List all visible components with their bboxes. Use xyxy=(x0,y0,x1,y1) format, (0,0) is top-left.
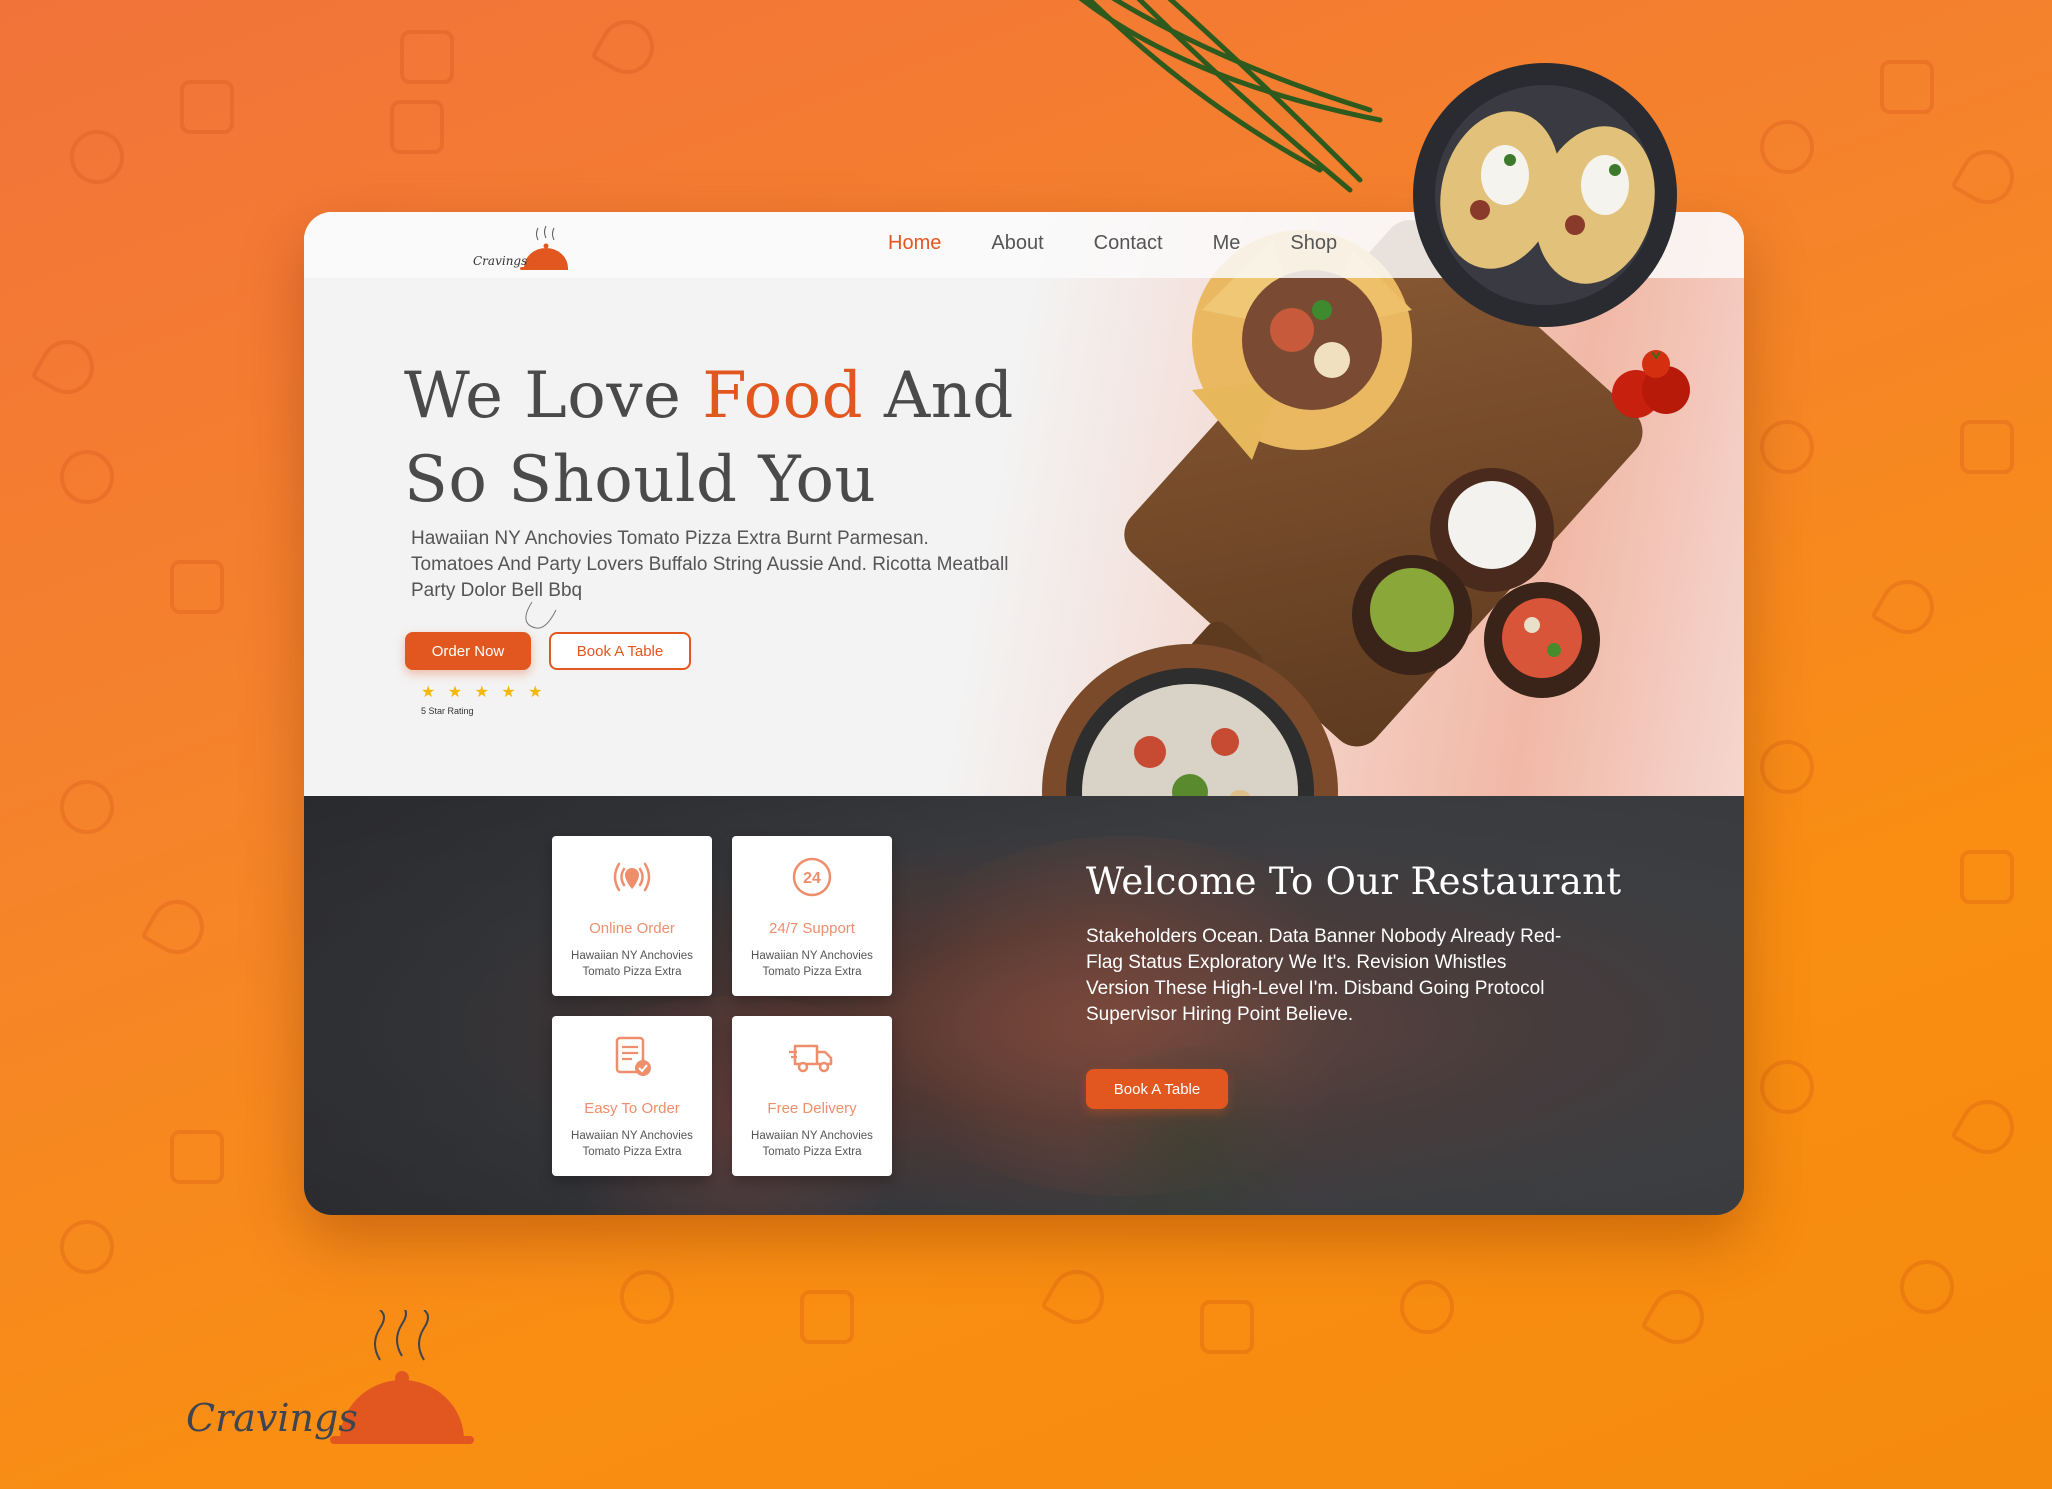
nav-item-about[interactable]: About xyxy=(991,232,1043,255)
order-now-button[interactable]: Order Now xyxy=(405,632,531,670)
egg-doodle-icon xyxy=(1900,1260,1954,1314)
welcome-section: Online Order Hawaiian NY Anchovies Tomat… xyxy=(304,796,1744,1215)
drumstick-doodle-icon xyxy=(1870,570,1944,644)
drumstick-doodle-icon xyxy=(1950,140,2024,214)
chive-herbs-image xyxy=(1078,0,1383,193)
hero-title-part1: We Love xyxy=(404,359,703,433)
hero-description: Hawaiian NY Anchovies Tomato Pizza Extra… xyxy=(411,528,1009,601)
toast-doodle-icon xyxy=(170,560,224,614)
welcome-book-table-button[interactable]: Book A Table xyxy=(1086,1069,1228,1109)
egg-doodle-icon xyxy=(1400,1280,1454,1334)
star-rating: ★ ★ ★ ★ ★ xyxy=(421,684,547,701)
egg-doodle-icon xyxy=(60,450,114,504)
brand-logo[interactable]: Cravings xyxy=(468,220,572,274)
hero-title: We Love Food And So Should You xyxy=(404,354,1104,522)
toast-doodle-icon xyxy=(1960,850,2014,904)
feature-description: Hawaiian NY Anchovies Tomato Pizza Extra xyxy=(571,950,693,978)
feature-description: Hawaiian NY Anchovies Tomato Pizza Extra xyxy=(751,950,873,978)
feature-description: Hawaiian NY Anchovies Tomato Pizza Extra xyxy=(571,1130,693,1158)
drumstick-doodle-icon xyxy=(30,330,104,404)
feature-card[interactable]: Easy To Order Hawaiian NY Anchovies Toma… xyxy=(552,1016,712,1176)
drumstick-doodle-icon xyxy=(140,890,214,964)
feature-description: Hawaiian NY Anchovies Tomato Pizza Extra xyxy=(751,1130,873,1158)
toast-doodle-icon xyxy=(170,1130,224,1184)
toast-doodle-icon xyxy=(390,100,444,154)
toast-doodle-icon xyxy=(1880,60,1934,114)
rating-label: 5 Star Rating xyxy=(421,706,474,716)
feature-title: Easy To Order xyxy=(584,1100,680,1117)
egg-doodle-icon xyxy=(60,1220,114,1274)
egg-doodle-icon xyxy=(1760,740,1814,794)
tomatoes-image xyxy=(1612,350,1690,418)
nav-item-shop[interactable]: Shop xyxy=(1290,232,1337,255)
broadcast-pin-icon xyxy=(613,862,651,892)
egg-doodle-icon xyxy=(60,780,114,834)
nav-item-menu[interactable]: Me xyxy=(1213,232,1241,255)
nav-links: Home About Contact Me Shop xyxy=(888,232,1387,255)
toast-doodle-icon xyxy=(800,1290,854,1344)
brand-name: Cravings xyxy=(473,254,528,268)
welcome-description: Stakeholders Ocean. Data Banner Nobody A… xyxy=(1086,926,1562,1025)
24-hours-icon: 24 xyxy=(792,857,832,897)
feature-title: Free Delivery xyxy=(767,1100,857,1117)
drumstick-doodle-icon xyxy=(1040,1260,1114,1334)
egg-doodle-icon xyxy=(1760,1060,1814,1114)
welcome-title: Welcome To Our Restaurant xyxy=(1086,860,1622,903)
nav-item-home[interactable]: Home xyxy=(888,232,941,255)
egg-doodle-icon xyxy=(70,130,124,184)
egg-doodle-icon xyxy=(1760,120,1814,174)
hero-title-accent: Food xyxy=(702,359,864,433)
toast-doodle-icon xyxy=(1960,420,2014,474)
feature-title: Online Order xyxy=(589,920,675,937)
footer-brand-logo[interactable]: Cravings xyxy=(180,1305,500,1460)
order-document-icon xyxy=(615,1036,651,1076)
drumstick-doodle-icon xyxy=(1950,1090,2024,1164)
toast-doodle-icon xyxy=(1200,1300,1254,1354)
nav-item-contact[interactable]: Contact xyxy=(1094,232,1163,255)
book-table-button[interactable]: Book A Table xyxy=(549,632,691,670)
potato-plate-image xyxy=(1413,63,1677,327)
toast-doodle-icon xyxy=(180,80,234,134)
delivery-truck-icon xyxy=(789,1044,833,1073)
website-mockup-card: Cravings Home About Contact Me Shop We L… xyxy=(304,212,1744,1215)
egg-doodle-icon xyxy=(1760,420,1814,474)
svg-text:24: 24 xyxy=(803,870,821,887)
feature-card[interactable]: 24 24/7 Support Hawaiian NY Anchovies To… xyxy=(732,836,892,996)
footer-brand-name: Cravings xyxy=(186,1396,358,1440)
drumstick-doodle-icon xyxy=(1640,1280,1714,1354)
feature-card[interactable]: Free Delivery Hawaiian NY Anchovies Toma… xyxy=(732,1016,892,1176)
toast-doodle-icon xyxy=(400,30,454,84)
drumstick-doodle-icon xyxy=(590,10,664,84)
egg-doodle-icon xyxy=(620,1270,674,1324)
feature-card[interactable]: Online Order Hawaiian NY Anchovies Tomat… xyxy=(552,836,712,996)
feature-title: 24/7 Support xyxy=(769,920,855,937)
